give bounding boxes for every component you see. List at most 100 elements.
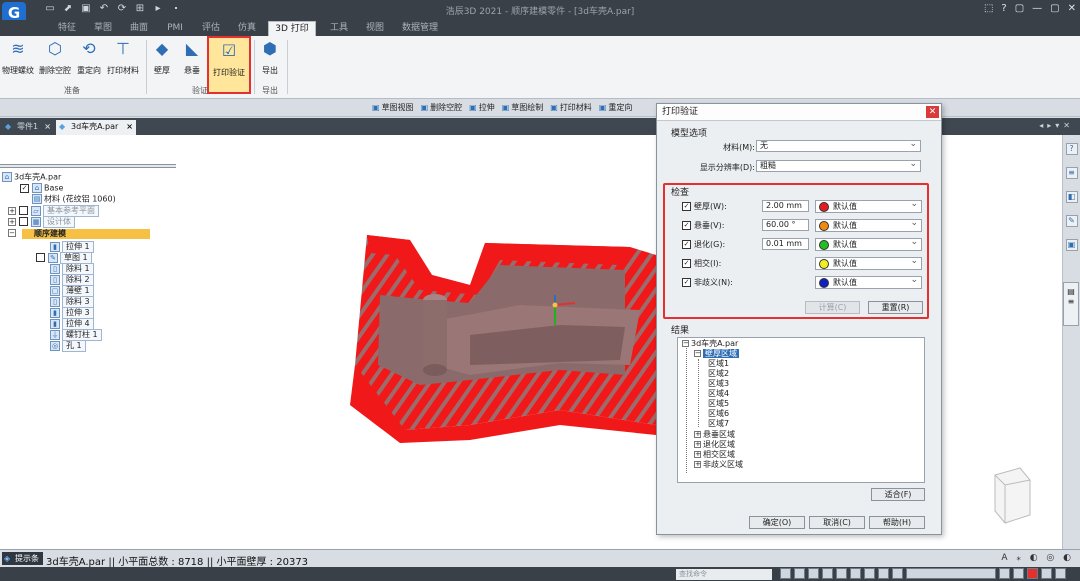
results-region[interactable]: 区域3 (708, 379, 729, 389)
results-degenerate-regions[interactable]: + 退化区域 (694, 440, 735, 450)
tree-feature[interactable]: ⏚ 螺钉柱 1 (50, 329, 102, 341)
view-icon[interactable] (864, 568, 875, 579)
help-button[interactable]: 帮助(H) (869, 516, 925, 529)
tab-tools[interactable]: 工具 (324, 21, 354, 36)
tab-nav-arrows-icon[interactable]: ◂▸▾✕ (1039, 121, 1074, 130)
material-select[interactable]: 无 (756, 139, 921, 152)
wall-thickness-checkbox[interactable]: ✓ (682, 202, 691, 211)
wall-thickness-input[interactable]: 2.00 mm (762, 200, 809, 212)
help-icon[interactable]: ? (1001, 3, 1006, 14)
sketch-checkbox[interactable] (36, 253, 45, 262)
view-icon[interactable] (794, 568, 805, 579)
command-search-input[interactable]: 查找命令 (676, 569, 772, 580)
tab-surface[interactable]: 曲面 (124, 21, 154, 36)
sketch-view-command[interactable]: 草图视图 (372, 102, 414, 113)
view-icon[interactable] (780, 568, 791, 579)
intersect-color-select[interactable]: 默认值 (815, 256, 922, 270)
tree-base[interactable]: ✓ ⌂ Base (20, 183, 63, 194)
tree-feature[interactable]: ✎ 草图 1 (36, 252, 92, 264)
view-icon[interactable] (892, 568, 903, 579)
tree-feature[interactable]: ▯ 除料 3 (50, 296, 94, 308)
tree-material[interactable]: ▤ 材料 (花纹铝 1060) (32, 194, 116, 205)
overhang-button[interactable]: ◣ 悬垂 (180, 38, 204, 76)
calculate-button[interactable]: 计算(C) (805, 301, 860, 314)
tree-feature[interactable]: ▯ 除料 1 (50, 263, 94, 275)
tree-sequence-expand[interactable]: − (8, 228, 19, 239)
image-icon[interactable]: ▣ (1065, 239, 1078, 251)
tree-feature[interactable]: ▮ 拉伸 4 (50, 318, 94, 330)
base-checkbox[interactable]: ✓ (20, 183, 29, 193)
wall-thickness-color-select[interactable]: 默认值 (815, 199, 922, 213)
non-manifold-color-select[interactable]: 默认值 (815, 275, 922, 289)
ref-planes-checkbox[interactable] (19, 206, 28, 215)
tab-view[interactable]: 视图 (360, 21, 390, 36)
tree-design-body[interactable]: + ▦ 设计体 (8, 216, 75, 228)
zoom-slider[interactable] (906, 568, 996, 579)
doc-tab-part1[interactable]: 零件1 × (2, 120, 54, 135)
restore-icon[interactable]: ⬚ (984, 3, 993, 14)
reorient-button[interactable]: ⟲ 重定向 (74, 38, 104, 76)
results-root[interactable]: −3d车壳A.par (682, 339, 738, 349)
doc-tab-part-file[interactable]: 3d车壳A.par × (56, 120, 136, 135)
design-body-checkbox[interactable] (19, 217, 28, 226)
tree-feature[interactable]: ▮ 拉伸 1 (50, 241, 94, 253)
tab-sketch[interactable]: 草图 (88, 21, 118, 36)
view-icon[interactable] (999, 568, 1010, 579)
physical-thread-button[interactable]: ≋ 物理螺纹 (0, 38, 36, 76)
print-material-button[interactable]: ⊤ 打印材料 (104, 38, 142, 76)
view-icon[interactable] (808, 568, 819, 579)
close-icon[interactable]: ✕ (1068, 3, 1076, 14)
reorient-command[interactable]: 重定向 (599, 102, 632, 113)
ok-button[interactable]: 确定(O) (749, 516, 805, 529)
side-panel-tab[interactable]: ▤ ≡ (1063, 282, 1079, 326)
collapse-icon[interactable]: − (8, 228, 16, 237)
overhang-color-select[interactable]: 默认值 (815, 218, 922, 232)
results-intersect-regions[interactable]: + 相交区域 (694, 450, 735, 460)
degenerate-checkbox[interactable]: ✓ (682, 240, 691, 249)
results-region[interactable]: 区域4 (708, 389, 729, 399)
results-non-manifold-regions[interactable]: + 非歧义区域 (694, 460, 743, 470)
wall-thickness-button[interactable]: ◆ 壁厚 (150, 38, 174, 76)
results-region[interactable]: 区域2 (708, 369, 729, 379)
results-tree[interactable]: −3d车壳A.par − 壁厚区域 区域1 区域2 区域3 区域4 区域5 区域6… (677, 337, 925, 483)
tree-feature[interactable]: ▯ 除料 2 (50, 274, 94, 286)
non-manifold-checkbox[interactable]: ✓ (682, 278, 691, 287)
tree-feature[interactable]: ▢ 薄壁 1 (50, 285, 94, 297)
record-icon[interactable] (1027, 568, 1038, 579)
tab-evaluate[interactable]: 评估 (196, 21, 226, 36)
status-icons[interactable]: A ⁎ ◐ ◎ ◐ (1001, 553, 1074, 563)
tree-ref-planes[interactable]: + ▱ 基本参考平面 (8, 205, 99, 217)
view-icon[interactable] (1013, 568, 1024, 579)
tree-root[interactable]: ⌂ 3d车壳A.par (2, 172, 61, 183)
results-region[interactable]: 区域7 (708, 419, 729, 429)
dialog-close-icon[interactable]: ✕ (926, 106, 939, 118)
help-panel-icon[interactable]: ? (1065, 143, 1078, 155)
expand-icon[interactable]: + (8, 217, 16, 226)
layers-icon[interactable]: ≡ (1065, 167, 1078, 179)
remove-cavity-command[interactable]: 删除空腔 (421, 102, 462, 113)
view-icon[interactable] (1041, 568, 1052, 579)
tab-data-management[interactable]: 数据管理 (398, 21, 442, 36)
results-region[interactable]: 区域6 (708, 409, 729, 419)
tab-simulate[interactable]: 仿真 (232, 21, 262, 36)
resolution-select[interactable]: 粗糙 (756, 159, 921, 172)
tree-feature[interactable]: ▮ 拉伸 3 (50, 307, 94, 319)
tab-3d-print[interactable]: 3D 打印 (268, 21, 316, 36)
view-icon[interactable] (836, 568, 847, 579)
cancel-button[interactable]: 取消(C) (809, 516, 865, 529)
maximize-icon[interactable]: ▢ (1050, 3, 1059, 14)
minimize-icon[interactable]: — (1032, 3, 1042, 14)
remove-cavity-button[interactable]: ⬡ 删除空腔 (38, 38, 72, 76)
sketch-draw-command[interactable]: 草图绘制 (502, 102, 543, 113)
tool-icon[interactable]: ✎ (1065, 215, 1078, 227)
tree-sequence[interactable]: 顺序建模 (22, 229, 150, 239)
reset-button[interactable]: 重置(R) (868, 301, 923, 314)
results-overhang-regions[interactable]: + 悬垂区域 (694, 430, 735, 440)
color-icon[interactable]: ◧ (1065, 191, 1078, 203)
export-button[interactable]: ⬢ 导出 (258, 38, 282, 76)
results-wall-regions[interactable]: − 壁厚区域 (694, 349, 739, 359)
fit-button[interactable]: 适合(F) (871, 488, 925, 501)
overhang-checkbox[interactable]: ✓ (682, 221, 691, 230)
view-icon[interactable] (850, 568, 861, 579)
extrude-command[interactable]: 拉伸 (469, 102, 495, 113)
